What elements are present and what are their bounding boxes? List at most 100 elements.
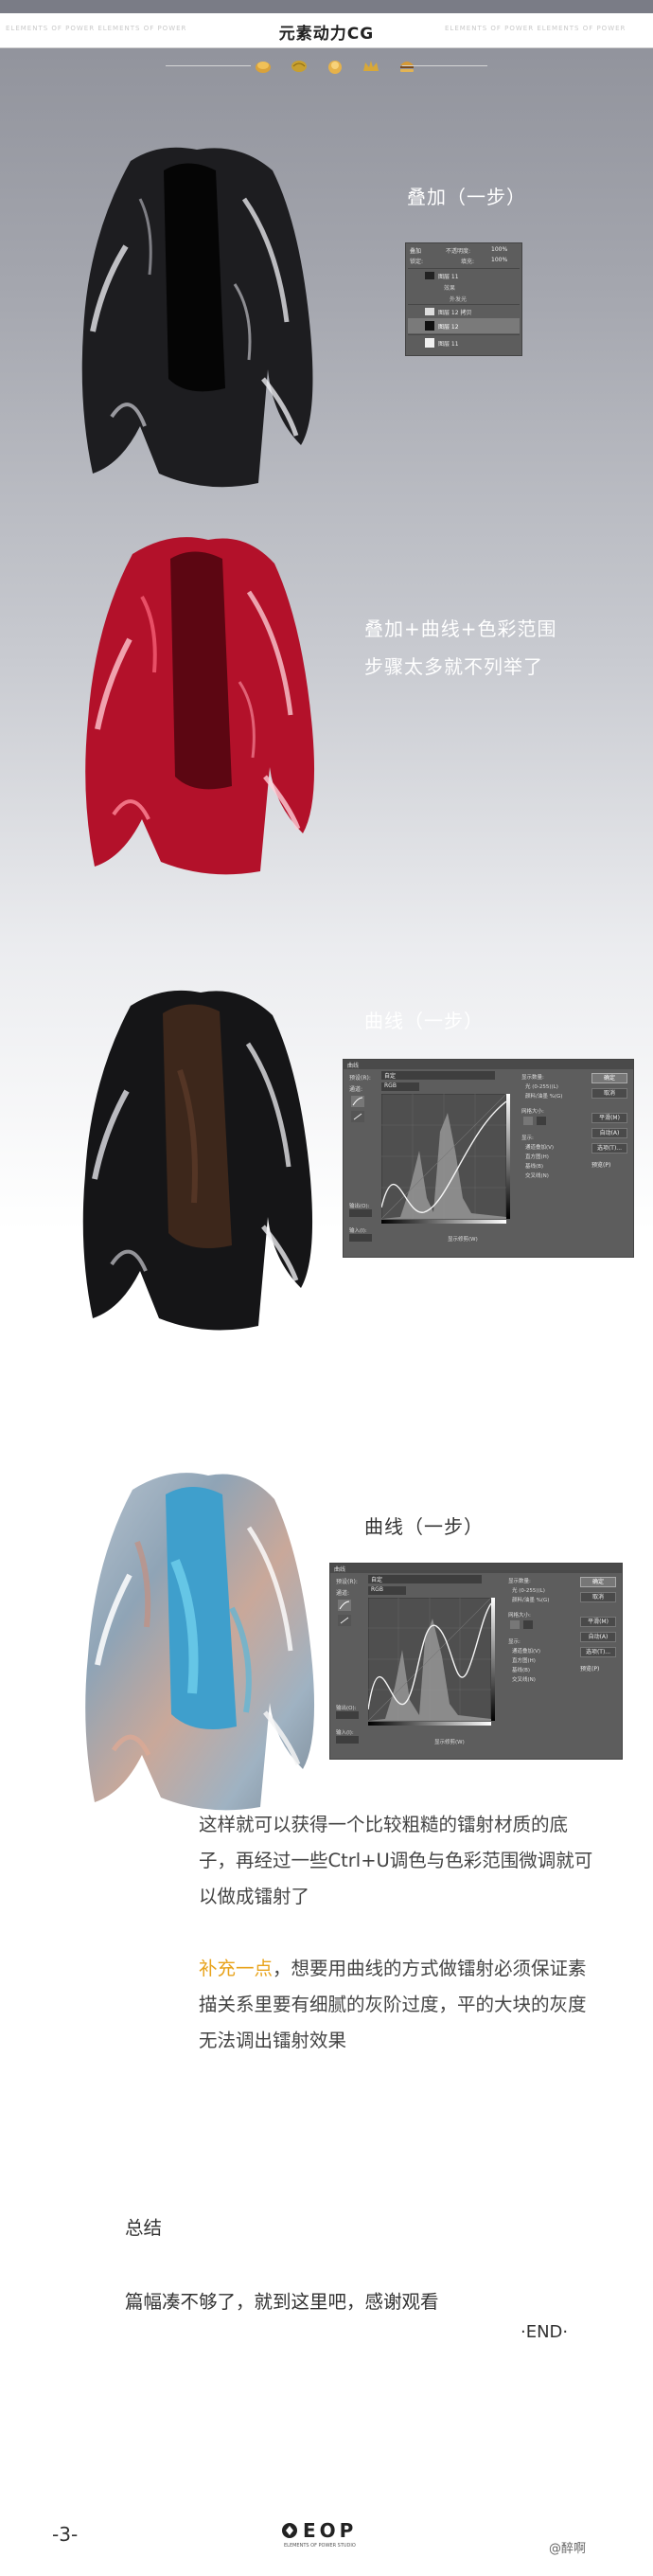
summary-heading: 总结 (125, 2217, 163, 2239)
input-label: 输入(I): (336, 1730, 354, 1736)
layer-row-selected[interactable]: 图层 12 (408, 318, 520, 333)
channel-label: 通道: (336, 1590, 350, 1597)
top-strip (0, 0, 653, 13)
fill-value: 100% (491, 257, 508, 263)
eop-logo-subtitle: ELEMENTS OF POWER STUDIO (284, 2543, 356, 2549)
show-option-intersection[interactable]: 交叉线(N) (525, 1172, 549, 1179)
dialog-title: 曲线 (334, 1566, 346, 1573)
preset-select[interactable]: 自定 (381, 1071, 495, 1080)
curve-tools[interactable] (336, 1598, 355, 1655)
weibo-watermark: @醉啊 (549, 2542, 587, 2556)
layer-row[interactable]: 图层 11 (408, 334, 520, 350)
display-option-ink[interactable]: 颜料/油墨 %(G) (525, 1092, 562, 1100)
curves-graph[interactable] (368, 1598, 491, 1721)
curve-tools[interactable] (349, 1094, 368, 1151)
jacket-image-black (81, 147, 313, 488)
page-title: 元素动力CG (278, 25, 375, 44)
eop-logo-text: EOP (303, 2519, 358, 2542)
layer-row[interactable]: 外发光 (408, 293, 520, 304)
display-title: 显示数量: (521, 1075, 544, 1081)
divider-left (166, 65, 251, 66)
caption-section-2-line1: 叠加+曲线+色彩范围 (364, 617, 557, 640)
show-clip-label[interactable]: 显示修剪(W) (434, 1738, 465, 1745)
burger-icon (400, 62, 414, 72)
display-option-light[interactable]: 光 (0-255)(L) (512, 1586, 545, 1594)
header-icon-row (0, 53, 653, 80)
ok-button[interactable]: 确定 (580, 1577, 616, 1587)
curves-graph[interactable] (381, 1094, 506, 1219)
preset-label: 预设(R): (336, 1579, 358, 1585)
lemon-icon (291, 61, 307, 72)
grid-label: 网格大小: (521, 1109, 544, 1115)
layers-panel: 叠加 不透明度: 100% 锁定: 填充: 100% 图层 11 效果 外发光 … (405, 242, 522, 356)
preview-checkbox[interactable]: 预览(P) (591, 1160, 610, 1169)
ok-button[interactable]: 确定 (591, 1073, 627, 1083)
smooth-button[interactable]: 平滑(M) (591, 1113, 627, 1123)
grid-detailed-button[interactable] (537, 1117, 546, 1125)
dialog-titlebar: 曲线 (330, 1564, 622, 1573)
layer-row[interactable]: 效果 (408, 281, 520, 293)
dialog-titlebar: 曲线 (344, 1060, 633, 1069)
show-option-intersection[interactable]: 交叉线(N) (512, 1675, 536, 1683)
curves-dialog-2: 曲线 预设(R): 自定 通道: RGB 输出(O): 输入(I): 显示修剪(… (329, 1563, 623, 1760)
fill-label: 填充: (461, 259, 475, 265)
options-button[interactable]: 选项(T)... (580, 1647, 616, 1657)
lock-label: 锁定: (410, 259, 424, 265)
options-button[interactable]: 选项(T)... (591, 1143, 627, 1154)
dialog-title: 曲线 (347, 1063, 360, 1069)
auto-button[interactable]: 自动(A) (580, 1632, 616, 1642)
channel-select[interactable]: RGB (368, 1586, 406, 1595)
show-option-histogram[interactable]: 直方图(H) (512, 1656, 536, 1664)
header-bar: ELEMENTS OF POWER ELEMENTS OF POWER ELEM… (0, 13, 653, 48)
jacket-image-red (85, 537, 315, 875)
output-label: 输出(O): (349, 1204, 370, 1209)
preset-label: 预设(R): (349, 1075, 371, 1082)
input-field[interactable] (349, 1234, 372, 1242)
caption-section-3: 曲线（一步） (364, 1010, 484, 1032)
input-field[interactable] (336, 1736, 359, 1744)
show-clip-label[interactable]: 显示修剪(W) (448, 1235, 478, 1243)
eop-logo-icon (282, 2523, 297, 2538)
input-label: 输入(I): (349, 1228, 367, 1234)
output-field[interactable] (336, 1711, 359, 1719)
end-mark: ·END· (521, 2322, 569, 2342)
show-option-baseline[interactable]: 基线(B) (512, 1666, 530, 1673)
preview-checkbox[interactable]: 预览(P) (580, 1664, 599, 1673)
preset-select[interactable]: 自定 (368, 1575, 482, 1583)
channel-select[interactable]: RGB (381, 1082, 419, 1091)
show-title: 显示: (508, 1639, 521, 1645)
dumpling-icon (328, 61, 342, 74)
show-option-overlay[interactable]: 通道叠加(V) (512, 1647, 540, 1655)
show-option-baseline[interactable]: 基线(B) (525, 1162, 543, 1170)
paragraph-2: 补充一点，想要用曲线的方式做镭射必须保证素描关系里要有细腻的灰阶过度，平的大块的… (199, 1951, 596, 2059)
smooth-button[interactable]: 平滑(M) (580, 1617, 616, 1627)
caption-section-2-line2: 步骤太多就不列举了 (364, 655, 543, 678)
bread-icon (256, 62, 271, 73)
caption-section-1: 叠加（一步） (407, 186, 526, 208)
display-option-light[interactable]: 光 (0-255)(L) (525, 1082, 558, 1090)
caption-section-4: 曲线（一步） (364, 1515, 484, 1538)
display-option-ink[interactable]: 颜料/油墨 %(G) (512, 1596, 549, 1603)
layer-row[interactable]: 图层 11 (408, 268, 520, 282)
page-number: -3- (52, 2523, 79, 2546)
summary-text: 篇幅凑不够了，就到这里吧，感谢观看 (125, 2291, 439, 2313)
eop-logo: EOP ELEMENTS OF POWER STUDIO (280, 2519, 384, 2553)
output-field[interactable] (349, 1209, 372, 1217)
jacket-image-holographic (85, 1473, 315, 1811)
show-title: 显示: (521, 1136, 534, 1141)
highlight-supplement: 补充一点 (199, 1958, 274, 1979)
cancel-button[interactable]: 取消 (591, 1088, 627, 1099)
layer-row[interactable]: 图层 12 拷贝 (408, 304, 520, 318)
paragraph-1: 这样就可以获得一个比较粗糙的镭射材质的底子，再经过一些Ctrl+U调色与色彩范围… (199, 1814, 593, 1907)
curves-dialog: 曲线 预设(R): 自定 通道: RGB 输出(O): 输入(I): 显示修剪(… (343, 1059, 634, 1258)
show-option-overlay[interactable]: 通道叠加(V) (525, 1143, 554, 1151)
show-option-histogram[interactable]: 直方图(H) (525, 1153, 549, 1160)
jacket-image-black-brown (82, 990, 313, 1331)
cancel-button[interactable]: 取消 (580, 1592, 616, 1602)
auto-button[interactable]: 自动(A) (591, 1128, 627, 1138)
opacity-value: 100% (491, 246, 508, 253)
grid-simple-button[interactable] (523, 1117, 533, 1125)
output-label: 输出(O): (336, 1706, 357, 1711)
grid-detailed-button[interactable] (523, 1620, 533, 1629)
grid-simple-button[interactable] (510, 1620, 520, 1629)
